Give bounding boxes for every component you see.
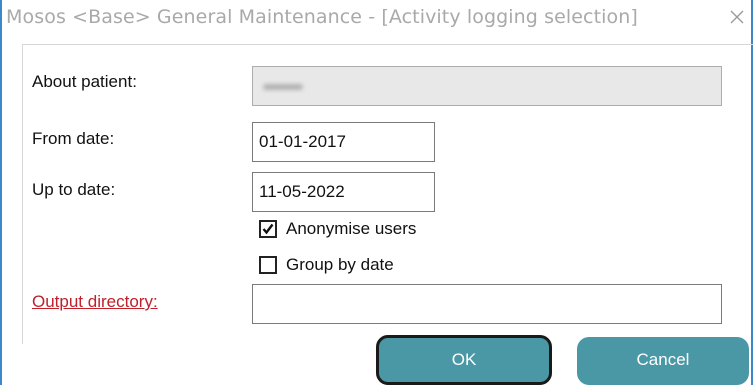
close-button[interactable] xyxy=(725,0,751,38)
anonymise-users-checkbox[interactable] xyxy=(259,220,277,238)
patient-name-value-redacted xyxy=(263,84,303,90)
cancel-button[interactable]: Cancel xyxy=(577,337,749,385)
title-bar[interactable]: Mosos <Base> General Maintenance - [Acti… xyxy=(2,0,751,38)
up-to-date-label: Up to date: xyxy=(32,180,116,199)
checkmark-icon xyxy=(262,223,274,235)
about-patient-field xyxy=(252,66,722,106)
output-directory-label[interactable]: Output directory: xyxy=(32,292,158,312)
up-to-date-field[interactable]: 11-05-2022 xyxy=(252,172,435,212)
group-by-date-checkbox[interactable] xyxy=(259,256,277,274)
anonymise-users-label: Anonymise users xyxy=(286,219,417,238)
anonymise-users-checkbox-row[interactable]: Anonymise users xyxy=(259,219,459,241)
about-patient-label: About patient: xyxy=(32,72,137,91)
group-by-date-label: Group by date xyxy=(286,255,394,274)
output-directory-field[interactable] xyxy=(252,284,722,324)
group-by-date-checkbox-row[interactable]: Group by date xyxy=(259,255,459,277)
from-date-label: From date: xyxy=(32,129,115,148)
from-date-field[interactable]: 01-01-2017 xyxy=(252,122,435,162)
dialog-window: Mosos <Base> General Maintenance - [Acti… xyxy=(0,0,753,385)
ok-button[interactable]: OK xyxy=(376,335,552,385)
close-icon xyxy=(730,10,744,24)
window-title: Mosos <Base> General Maintenance - [Acti… xyxy=(6,6,638,28)
